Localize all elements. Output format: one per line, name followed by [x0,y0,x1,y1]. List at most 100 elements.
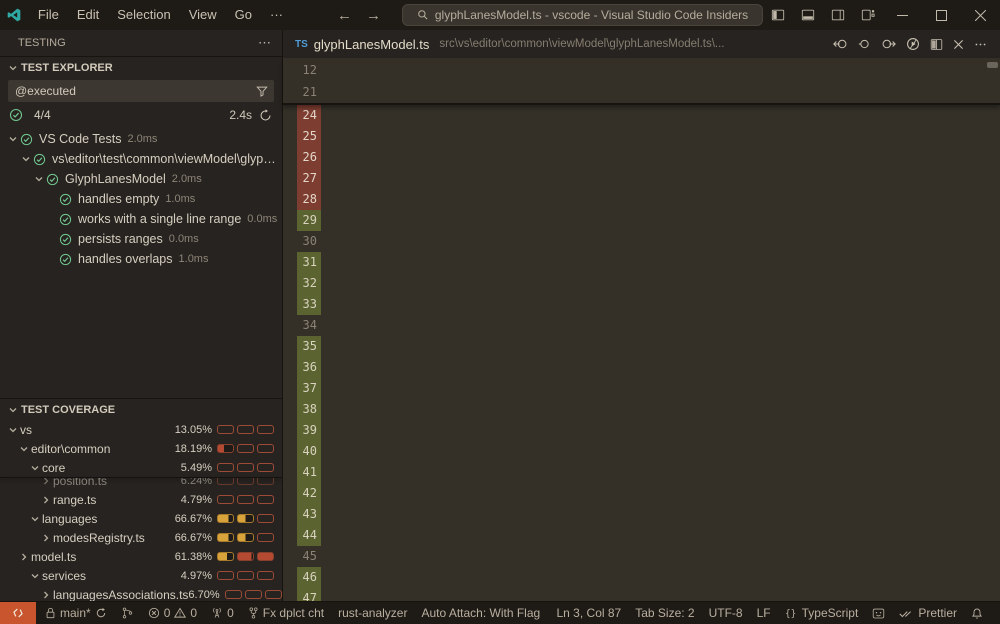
code-line-24[interactable]: 24 [283,105,1000,126]
current-change-icon[interactable] [853,37,876,51]
language-mode[interactable]: {}TypeScript [778,602,866,624]
rust-analyzer[interactable]: rust-analyzer [331,602,414,624]
scrollbar-thumb[interactable] [987,62,998,68]
code-line-31[interactable]: 31 [283,252,1000,273]
test-tree-item[interactable]: persists ranges0.0ms [0,229,282,249]
filter-icon[interactable] [256,85,268,97]
eol[interactable]: LF [750,602,778,624]
toggle-panel-icon[interactable] [793,8,823,22]
line-gutter[interactable]: 37 [283,378,321,399]
code-line-34[interactable]: 34 [283,315,1000,336]
coverage-item[interactable]: core5.49% [0,458,282,477]
code-line-47[interactable]: 47 [283,588,1000,601]
chevron-right-icon[interactable] [39,495,53,505]
line-gutter[interactable]: 36 [283,357,321,378]
run-coverage-icon[interactable] [901,37,925,51]
remote-indicator[interactable] [0,602,36,624]
line-gutter[interactable]: 39 [283,420,321,441]
coverage-item[interactable]: model.ts61.38% [0,547,282,566]
line-gutter[interactable]: 30 [283,231,321,252]
menu-item-file[interactable]: File [29,0,68,30]
line-gutter[interactable]: 42 [283,483,321,504]
branch-item[interactable]: main* [38,602,114,624]
chevron-right-icon[interactable] [17,552,31,562]
line-gutter[interactable]: 35 [283,336,321,357]
minimize-button[interactable] [883,0,922,30]
line-gutter[interactable]: 26 [283,147,321,168]
chevron-down-icon[interactable] [6,425,20,435]
split-editor-icon[interactable] [925,38,948,51]
fx-dplct-cht[interactable]: Fx dplct cht [241,602,331,624]
test-tree-item[interactable]: handles empty1.0ms [0,189,282,209]
coverage-item[interactable]: position.ts6.24% [0,478,282,490]
coverage-item[interactable]: services4.97% [0,566,282,585]
chevron-down-icon[interactable] [6,134,20,144]
test-explorer-header[interactable]: TEST EXPLORER [0,56,282,78]
line-gutter[interactable]: 44 [283,525,321,546]
formatter-prettier[interactable]: Prettier [892,602,964,624]
coverage-item[interactable]: modesRegistry.ts66.67% [0,528,282,547]
back-button[interactable]: ← [330,7,359,24]
source-control-graph[interactable] [114,602,141,624]
encoding[interactable]: UTF-8 [702,602,750,624]
code-line-41[interactable]: 41 [283,462,1000,483]
menu-item-[interactable]: ··· [261,0,292,30]
code-line-38[interactable]: 38 [283,399,1000,420]
code-line-26[interactable]: 26 [283,147,1000,168]
coverage-item[interactable]: editor\common18.19% [0,439,282,458]
coverage-item[interactable]: languages66.67% [0,509,282,528]
close-icon[interactable] [948,39,969,50]
code-area[interactable]: 2425262728293031323334353637383940414243… [283,105,1000,601]
line-gutter[interactable]: 34 [283,315,321,336]
chevron-down-icon[interactable] [28,514,42,524]
code-line-33[interactable]: 33 [283,294,1000,315]
menu-item-view[interactable]: View [180,0,226,30]
notifications[interactable] [964,602,990,624]
chevron-down-icon[interactable] [28,571,42,581]
code-line-40[interactable]: 40 [283,441,1000,462]
line-gutter[interactable]: 12 [283,59,321,81]
line-gutter[interactable]: 47 [283,588,321,601]
toggle-secondary-sidebar-icon[interactable] [823,8,853,22]
line-gutter[interactable]: 24 [283,105,321,126]
line-gutter[interactable]: 29 [283,210,321,231]
test-tree-item[interactable]: handles overlaps1.0ms [0,249,282,269]
coverage-item[interactable]: range.ts4.79% [0,490,282,509]
code-line-32[interactable]: 32 [283,273,1000,294]
code-line-12[interactable]: 12 [283,59,1000,81]
test-tree-item[interactable]: VS Code Tests2.0ms [0,129,282,149]
chevron-down-icon[interactable] [19,154,33,164]
pane-more-actions-icon[interactable]: ⋯ [258,35,272,51]
line-gutter[interactable]: 27 [283,168,321,189]
toggle-sidebar-icon[interactable] [763,8,793,22]
chevron-down-icon[interactable] [32,174,46,184]
line-gutter[interactable]: 33 [283,294,321,315]
command-center-search[interactable]: glyphLanesModel.ts - vscode - Visual Stu… [402,4,763,26]
tab-size[interactable]: Tab Size: 2 [628,602,701,624]
code-line-44[interactable]: 44 [283,525,1000,546]
line-gutter[interactable]: 45 [283,546,321,567]
line-gutter[interactable]: 41 [283,462,321,483]
menu-item-go[interactable]: Go [226,0,261,30]
forward-button[interactable]: → [359,7,388,24]
line-gutter[interactable]: 38 [283,399,321,420]
line-gutter[interactable]: 46 [283,567,321,588]
line-gutter[interactable]: 28 [283,189,321,210]
active-tab-label[interactable]: glyphLanesModel.ts [314,37,430,52]
code-line-42[interactable]: 42 [283,483,1000,504]
chevron-right-icon[interactable] [39,478,53,486]
breadcrumb[interactable]: src\vs\editor\common\viewModel\glyphLane… [439,38,724,50]
maximize-button[interactable] [922,0,961,30]
ports-item[interactable]: 0 [204,602,241,624]
code-line-36[interactable]: 36 [283,357,1000,378]
test-tree-item[interactable]: vs\editor\test\common\viewModel\glyphLa.… [0,149,282,169]
code-line-37[interactable]: 37 [283,378,1000,399]
coverage-item[interactable]: vs13.05% [0,420,282,439]
code-line-27[interactable]: 27 [283,168,1000,189]
code-line-29[interactable]: 29 [283,210,1000,231]
line-gutter[interactable]: 40 [283,441,321,462]
line-gutter[interactable]: 25 [283,126,321,147]
test-coverage-header[interactable]: TEST COVERAGE [0,398,282,420]
chevron-down-icon[interactable] [28,463,42,473]
auto-attach[interactable]: Auto Attach: With Flag [414,602,547,624]
